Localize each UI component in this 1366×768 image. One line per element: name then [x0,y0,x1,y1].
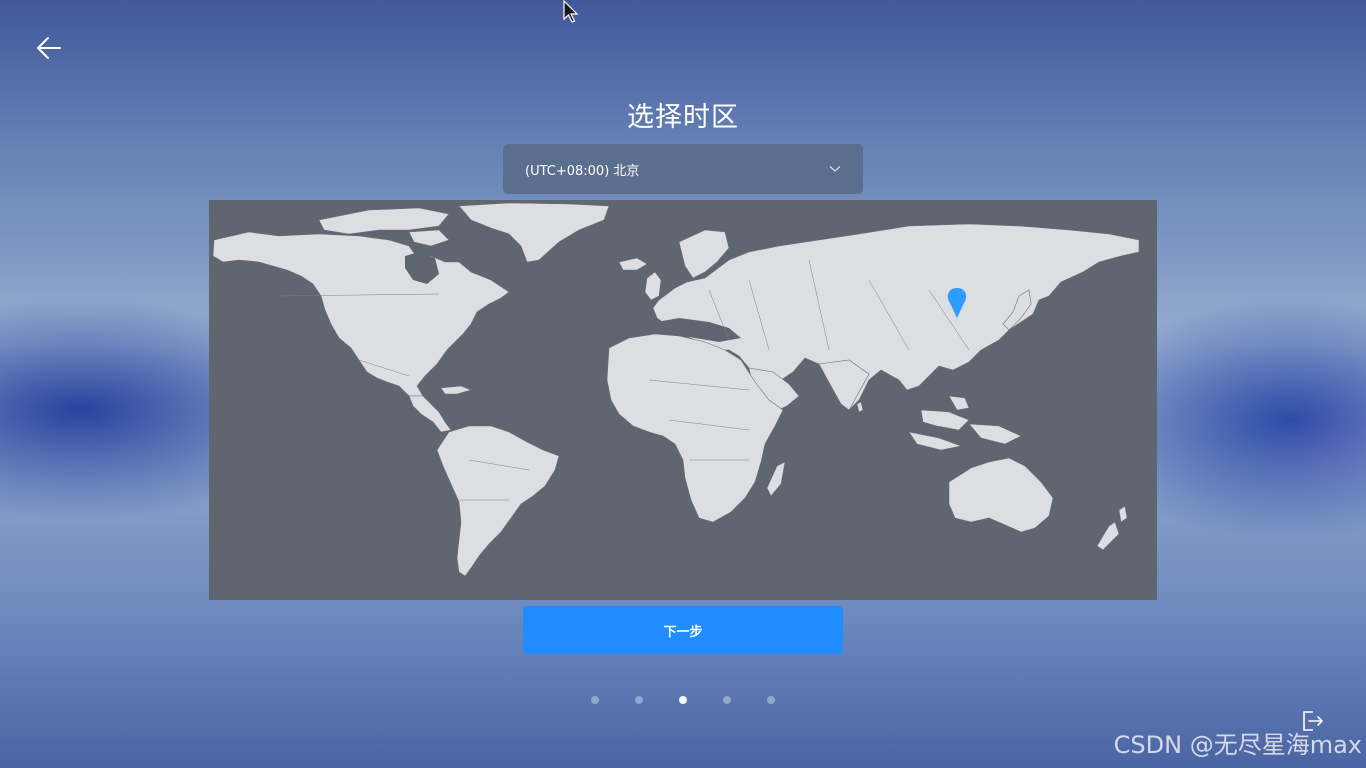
page-title: 选择时区 [627,102,739,133]
page-dot-1 [591,696,599,704]
timezone-selected-value: (UTC+08:00) 北京 [525,163,640,179]
timezone-select[interactable]: (UTC+08:00) 北京 [503,144,863,194]
next-button-label: 下一步 [663,624,703,640]
back-arrow-icon [37,37,61,59]
chevron-down-icon [829,166,841,172]
watermark: CSDN @无尽星海max [1113,731,1362,759]
back-button[interactable] [30,32,66,66]
page-dot-2 [635,696,643,704]
land-masses [212,202,1140,577]
page-dot-4 [723,696,731,704]
next-button[interactable]: 下一步 [523,606,843,654]
world-map[interactable] [209,200,1157,600]
mouse-cursor-icon [563,0,583,28]
page-dot-5 [767,696,775,704]
world-map-graphic [212,202,1140,577]
page-dot-3-active [679,696,687,704]
